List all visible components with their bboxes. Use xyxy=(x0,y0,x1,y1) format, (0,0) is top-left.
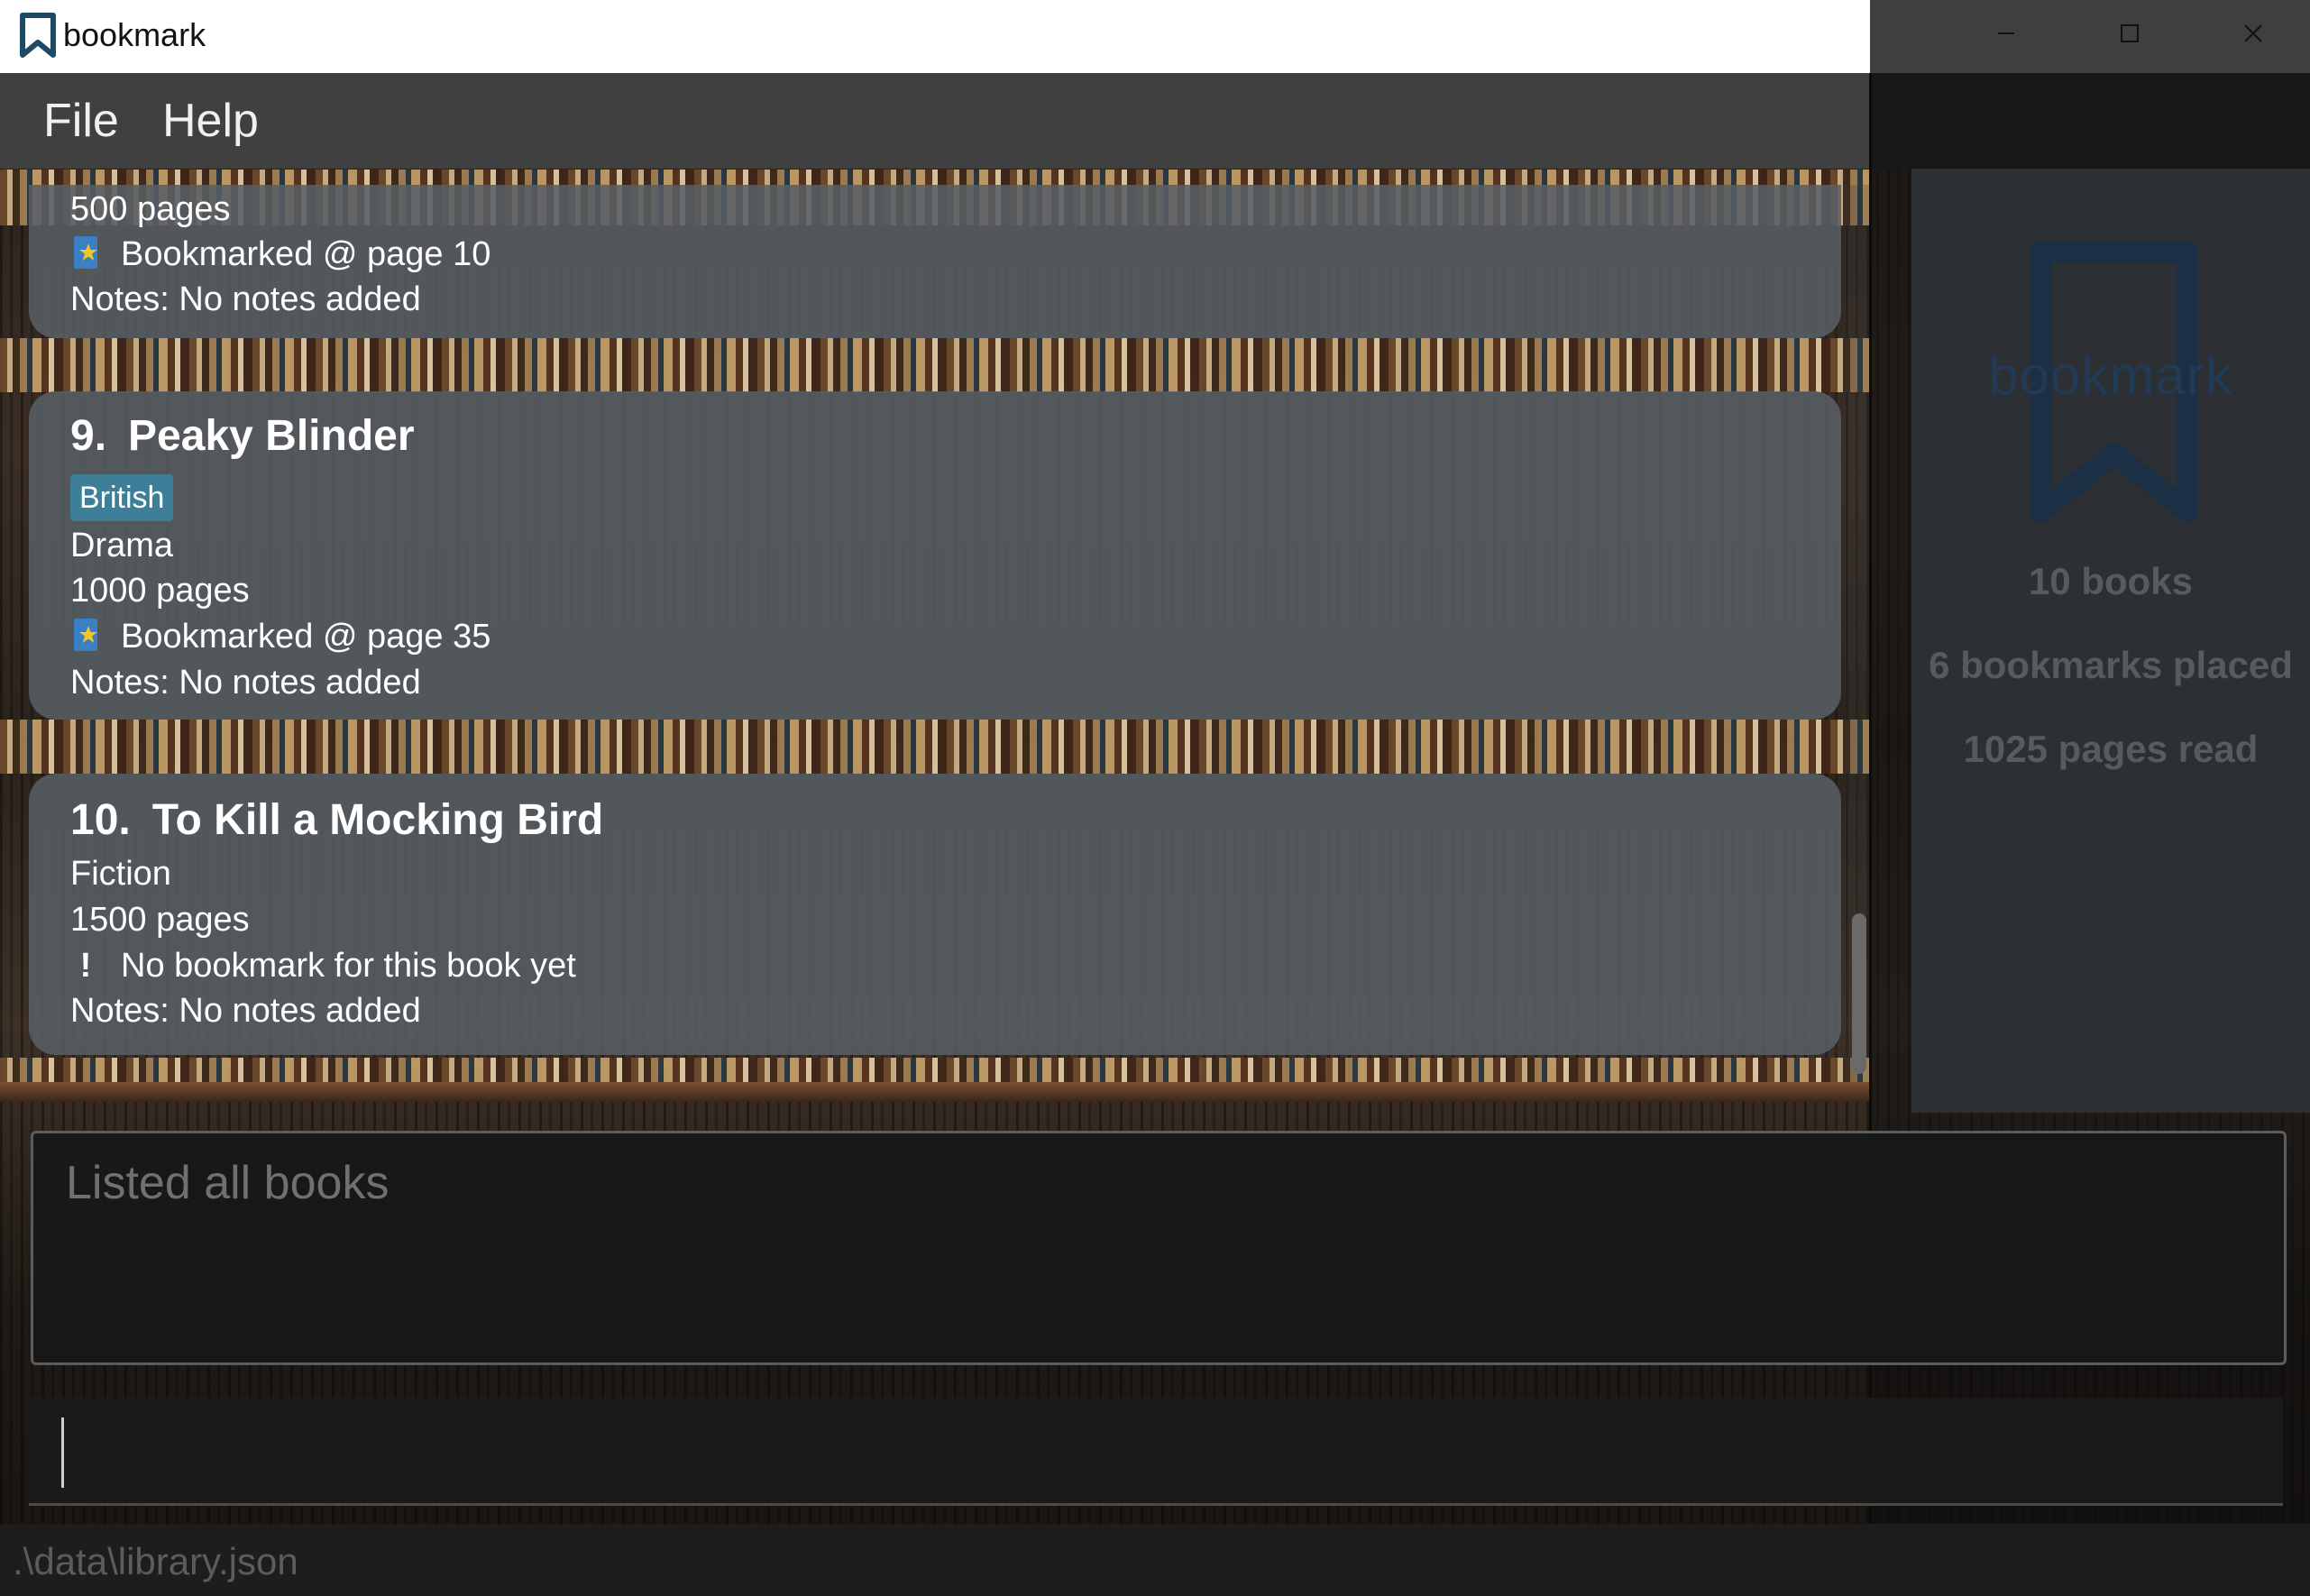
book-notes: Notes: No notes added xyxy=(70,280,421,318)
book-pages: 1500 pages xyxy=(70,901,250,939)
book-bookmark-line: Bookmarked @ page 10 xyxy=(70,232,490,277)
book-notes: Notes: No notes added xyxy=(70,992,421,1030)
book-genre: Fiction xyxy=(70,855,171,893)
book-index: 9. xyxy=(70,412,107,460)
book-bookmark-text: Bookmarked @ page 10 xyxy=(121,235,491,273)
menu-bar: File Help xyxy=(0,73,1870,169)
result-display[interactable]: Listed all books xyxy=(31,1131,2287,1365)
book-card-9[interactable]: 9. Peaky Blinder British Drama 1000 pages… xyxy=(29,391,1841,720)
bookmark-star-icon xyxy=(74,619,97,651)
book-tag: British xyxy=(70,474,174,521)
window-title: bookmark xyxy=(63,16,206,53)
bookmark-star-icon xyxy=(74,236,97,269)
pages-read-count: 1025 pages read xyxy=(1963,728,2259,770)
minimize-button[interactable] xyxy=(1945,0,2067,67)
bookshelf-board xyxy=(0,1082,1870,1102)
bookshelf-strip xyxy=(0,1058,1870,1083)
menu-bar-right xyxy=(1870,73,2310,169)
exclamation-icon: ! xyxy=(79,947,92,985)
result-text: Listed all books xyxy=(66,1157,390,1209)
scrollbar-thumb[interactable] xyxy=(1852,913,1866,1074)
close-icon xyxy=(2244,24,2262,42)
command-input[interactable] xyxy=(69,1398,2236,1506)
book-title-row: 10. To Kill a Mocking Bird xyxy=(70,793,603,848)
book-index: 10. xyxy=(70,796,131,844)
menu-help[interactable]: Help xyxy=(162,91,259,151)
book-title-row: 9. Peaky Blinder xyxy=(70,409,415,463)
book-card-partial[interactable]: 500 pages Bookmarked @ page 10 Notes: No… xyxy=(29,185,1841,338)
maximize-icon xyxy=(2121,24,2139,42)
minimize-icon xyxy=(1998,32,2014,34)
maximize-button[interactable] xyxy=(2068,0,2191,67)
panel-divider xyxy=(1869,73,1872,1596)
bookshelf-strip xyxy=(0,338,1870,392)
books-count: 10 books xyxy=(2028,560,2194,602)
app-bookmark-icon xyxy=(20,13,56,58)
summary-panel: bookmark 10 books 6 bookmarks placed 102… xyxy=(1911,169,2310,1113)
book-notes: Notes: No notes added xyxy=(70,664,421,702)
book-bookmark-line: Bookmarked @ page 35 xyxy=(70,614,490,659)
text-caret xyxy=(61,1417,64,1488)
book-title: To Kill a Mocking Bird xyxy=(151,796,604,844)
book-bookmark-line: ! No bookmark for this book yet xyxy=(70,943,576,988)
bookshelf-strip xyxy=(0,720,1870,774)
command-box[interactable] xyxy=(29,1398,2283,1506)
book-pages: 1000 pages xyxy=(70,572,250,610)
book-pages: 500 pages xyxy=(70,190,231,228)
menu-file[interactable]: File xyxy=(43,91,119,151)
save-location: .\data\library.json xyxy=(13,1540,298,1582)
title-bar: bookmark xyxy=(0,0,2310,73)
book-title: Peaky Blinder xyxy=(128,412,415,460)
book-card-10[interactable]: 10. To Kill a Mocking Bird Fiction 1500 p… xyxy=(29,774,1841,1055)
close-button[interactable] xyxy=(2192,0,2310,67)
logo-text: bookmark xyxy=(1988,345,2233,406)
book-bookmark-text: Bookmarked @ page 35 xyxy=(121,618,491,656)
book-bookmark-text: No bookmark for this book yet xyxy=(121,947,576,985)
bookmarks-count: 6 bookmarks placed xyxy=(1929,644,2293,686)
book-genre: Drama xyxy=(70,527,174,564)
title-bar-left: bookmark xyxy=(0,0,1870,73)
status-bar: .\data\library.json xyxy=(0,1524,2310,1596)
